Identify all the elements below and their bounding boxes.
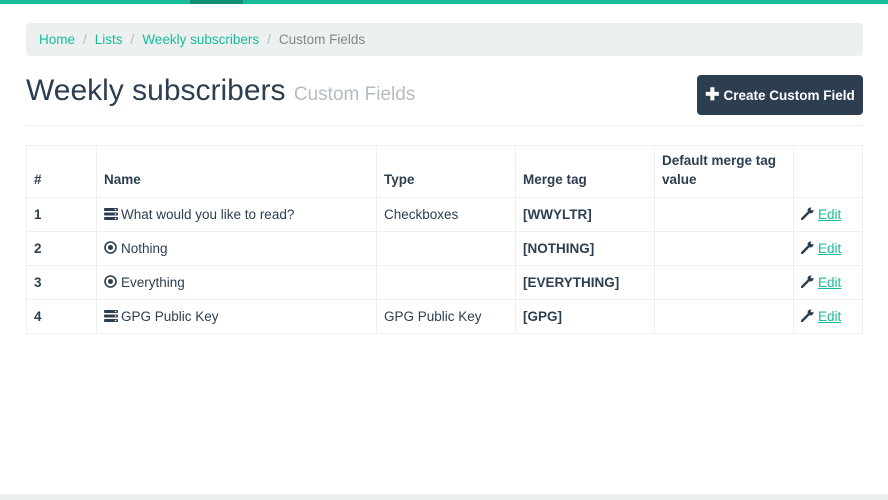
page-title: Weekly subscribers Custom Fields [26, 74, 415, 108]
field-name-cell: What would you like to read? [96, 197, 377, 232]
edit-link[interactable]: Edit [818, 275, 841, 290]
top-accent-segment [190, 0, 243, 4]
table-row: 4 GPG Public Key GPG Public Key [GPG] Ed… [26, 299, 863, 334]
edit-link[interactable]: Edit [818, 207, 841, 222]
merge-tag: [NOTHING] [515, 231, 655, 266]
field-name-cell: GPG Public Key [96, 299, 377, 334]
breadcrumb-current: Custom Fields [278, 32, 366, 47]
radio-icon [104, 274, 118, 291]
page-title-text: Weekly subscribers [26, 74, 286, 107]
field-name: GPG Public Key [121, 308, 219, 324]
breadcrumb-separator: / [267, 32, 271, 47]
field-name: Everything [121, 274, 185, 290]
field-type [376, 231, 516, 266]
footer-band [0, 494, 888, 500]
table-row: 2 Nothing [NOTHING] Edit [26, 231, 863, 266]
actions-cell: Edit [793, 231, 863, 266]
wrench-icon [800, 309, 815, 325]
breadcrumb-separator: / [130, 32, 135, 47]
row-number: 1 [26, 197, 97, 232]
row-number: 2 [26, 231, 97, 266]
column-header: # [26, 145, 97, 198]
field-name: What would you like to read? [121, 206, 295, 222]
table-row: 1 What would you like to read? Checkboxe… [26, 197, 863, 232]
default-merge-value [654, 265, 794, 300]
field-type: GPG Public Key [376, 299, 516, 334]
list-icon [104, 207, 118, 223]
top-accent-bar [0, 0, 888, 4]
create-custom-field-label: Create Custom Field [723, 87, 855, 103]
edit-link[interactable]: Edit [818, 309, 841, 324]
column-header: Default merge tag value [654, 145, 794, 198]
table-header-row: # Name Type Merge tag Default merge tag … [26, 145, 863, 198]
actions-cell: Edit [793, 299, 863, 334]
breadcrumb-home[interactable]: Home [39, 32, 75, 47]
column-header: Merge tag [515, 145, 655, 198]
wrench-icon [800, 207, 815, 223]
page-subtitle: Custom Fields [293, 84, 416, 105]
edit-link[interactable]: Edit [818, 241, 841, 256]
row-number: 3 [26, 265, 97, 300]
table-row: 3 Everything [EVERYTHING] Edit [26, 265, 863, 300]
divider [26, 125, 863, 126]
field-name-cell: Nothing [96, 231, 377, 266]
breadcrumb: Home / Lists / Weekly subscribers / Custom … [26, 23, 863, 56]
column-header [793, 145, 863, 198]
merge-tag: [GPG] [515, 299, 655, 334]
field-name-cell: Everything [96, 265, 377, 300]
column-header: Type [376, 145, 516, 198]
merge-tag: [WWYLTR] [515, 197, 655, 232]
custom-fields-table: # Name Type Merge tag Default merge tag … [26, 145, 863, 334]
column-header: Name [96, 145, 377, 198]
field-name: Nothing [121, 240, 168, 256]
field-type: Checkboxes [376, 197, 516, 232]
breadcrumb-list[interactable]: Weekly subscribers [142, 32, 259, 47]
actions-cell: Edit [793, 197, 863, 232]
list-icon [104, 309, 118, 325]
wrench-icon [800, 275, 815, 291]
breadcrumb-lists[interactable]: Lists [95, 32, 123, 47]
default-merge-value [654, 231, 794, 266]
row-number: 4 [26, 299, 97, 334]
actions-cell: Edit [793, 265, 863, 300]
field-type [376, 265, 516, 300]
plus-icon: ✚ [705, 85, 720, 104]
radio-icon [104, 240, 118, 257]
default-merge-value [654, 197, 794, 232]
merge-tag: [EVERYTHING] [515, 265, 655, 300]
default-merge-value [654, 299, 794, 334]
create-custom-field-button[interactable]: ✚ Create Custom Field [697, 75, 863, 115]
wrench-icon [800, 241, 815, 257]
breadcrumb-separator: / [83, 32, 87, 47]
